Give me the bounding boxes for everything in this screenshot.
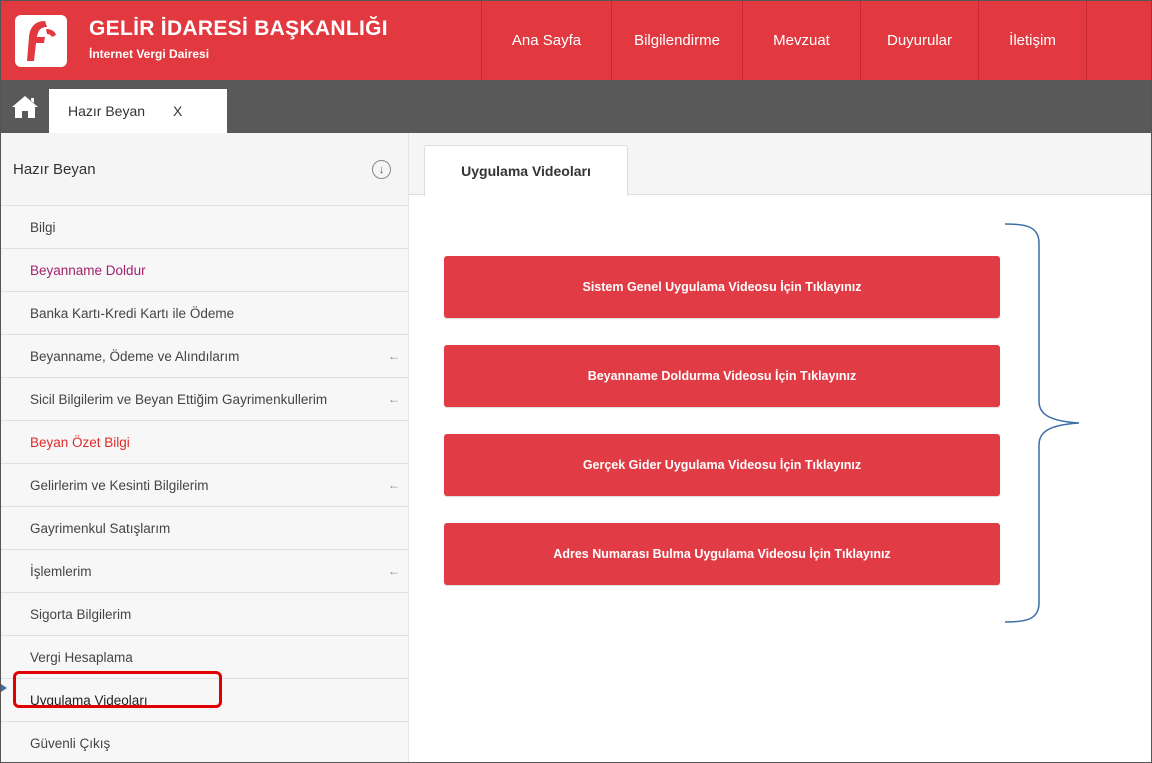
sidebar-title: Hazır Beyan — [13, 160, 96, 178]
sidebar-item-label: Beyanname Doldur — [30, 262, 146, 278]
sidebar-header[interactable]: Hazır Beyan ↓ — [1, 133, 408, 206]
arrow-left-icon: ← — [388, 478, 400, 492]
sidebar-item-label: Beyan Özet Bilgi — [30, 434, 130, 450]
video-button-gercek-gider[interactable]: Gerçek Gider Uygulama Videosu İçin Tıkla… — [444, 434, 1000, 496]
top-nav: Ana Sayfa Bilgilendirme Mevzuat Duyurula… — [481, 1, 1087, 80]
main-content: Uygulama Videoları Sistem Genel Uygulama… — [409, 133, 1151, 762]
sidebar-item-gayrimenkul-satislarim[interactable]: Gayrimenkul Satışlarım — [1, 507, 408, 550]
nav-duyurular[interactable]: Duyurular — [860, 1, 978, 80]
gib-logo-icon — [27, 21, 56, 61]
site-header: GELİR İDARESİ BAŞKANLIĞI İnternet Vergi … — [1, 1, 1151, 80]
nav-mevzuat[interactable]: Mevzuat — [742, 1, 860, 80]
annotation-brace — [1004, 223, 1080, 623]
tab-hazir-beyan[interactable]: Hazır Beyan X — [49, 89, 227, 133]
open-tabs-bar: Hazır Beyan X — [1, 80, 1151, 133]
site-subtitle: İnternet Vergi Dairesi — [89, 47, 210, 61]
sidebar-item-sigorta[interactable]: Sigorta Bilgilerim — [1, 593, 408, 636]
nav-iletisim[interactable]: İletişim — [978, 1, 1087, 80]
app-window: GELİR İDARESİ BAŞKANLIĞI İnternet Vergi … — [0, 0, 1152, 763]
home-icon — [12, 95, 38, 118]
arrow-down-circle-icon[interactable]: ↓ — [372, 160, 391, 179]
nav-ana-sayfa[interactable]: Ana Sayfa — [481, 1, 611, 80]
gib-logo[interactable] — [15, 15, 67, 67]
tab-uygulama-videolari[interactable]: Uygulama Videoları — [424, 145, 628, 196]
home-button[interactable] — [1, 80, 49, 133]
sidebar-item-label: İşlemlerim — [30, 563, 92, 579]
sidebar-item-beyanname-odeme[interactable]: Beyanname, Ödeme ve Alındılarım ← — [1, 335, 408, 378]
sidebar-item-label: Gayrimenkul Satışlarım — [30, 520, 171, 536]
site-title[interactable]: GELİR İDARESİ BAŞKANLIĞI — [89, 17, 388, 41]
sidebar-item-sicil-bilgilerim[interactable]: Sicil Bilgilerim ve Beyan Ettiğim Gayrim… — [1, 378, 408, 421]
sidebar-item-gelirlerim[interactable]: Gelirlerim ve Kesinti Bilgilerim ← — [1, 464, 408, 507]
tab-close-button[interactable]: X — [173, 103, 182, 119]
sidebar-item-beyanname-doldur[interactable]: Beyanname Doldur — [1, 249, 408, 292]
sidebar-item-label: Beyanname, Ödeme ve Alındılarım — [30, 348, 240, 364]
sidebar-item-banka-karti[interactable]: Banka Kartı-Kredi Kartı ile Ödeme — [1, 292, 408, 335]
sidebar-item-label: Vergi Hesaplama — [30, 649, 133, 665]
highlight-box — [13, 671, 222, 708]
arrow-left-icon: ← — [388, 349, 400, 363]
sidebar-item-label: Güvenli Çıkış — [30, 735, 111, 751]
tab-label: Hazır Beyan — [68, 103, 146, 119]
arrow-left-icon: ← — [388, 564, 400, 578]
sidebar-item-label: Banka Kartı-Kredi Kartı ile Ödeme — [30, 305, 235, 321]
sidebar-item-beyan-ozet[interactable]: Beyan Özet Bilgi — [1, 421, 408, 464]
sidebar-item-bilgi[interactable]: Bilgi — [1, 206, 408, 249]
sidebar-item-label: Sicil Bilgilerim ve Beyan Ettiğim Gayrim… — [30, 391, 328, 407]
sidebar: Hazır Beyan ↓ Bilgi Beyanname Doldur Ban… — [1, 133, 409, 762]
sidebar-item-guvenli-cikis[interactable]: Güvenli Çıkış — [1, 722, 408, 762]
sidebar-item-label: Bilgi — [30, 219, 56, 235]
sidebar-item-label: Sigorta Bilgilerim — [30, 606, 132, 622]
pointer-arrow-icon — [1, 684, 7, 692]
video-button-adres-numarasi[interactable]: Adres Numarası Bulma Uygulama Videosu İç… — [444, 523, 1000, 585]
video-button-sistem-genel[interactable]: Sistem Genel Uygulama Videosu İçin Tıkla… — [444, 256, 1000, 318]
arrow-left-icon: ← — [388, 392, 400, 406]
content-tab-bar: Uygulama Videoları — [409, 133, 1151, 196]
sidebar-item-label: Gelirlerim ve Kesinti Bilgilerim — [30, 477, 209, 493]
nav-bilgilendirme[interactable]: Bilgilendirme — [611, 1, 742, 80]
sidebar-item-islemlerim[interactable]: İşlemlerim ← — [1, 550, 408, 593]
video-button-beyanname-doldurma[interactable]: Beyanname Doldurma Videosu İçin Tıklayın… — [444, 345, 1000, 407]
